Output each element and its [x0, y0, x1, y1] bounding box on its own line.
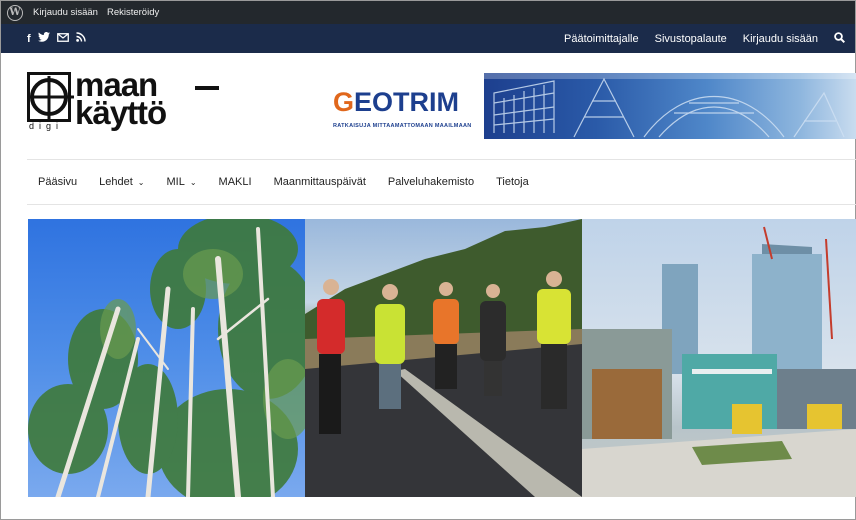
wordpress-icon[interactable]: W	[7, 4, 23, 21]
nav-item-tietoja[interactable]: Tietoja	[496, 176, 529, 188]
top-link-editor[interactable]: Päätoimittajalle	[564, 33, 639, 45]
geotrim-banner[interactable]: GEOTRIM RATKAISUJA MITTAAMATTOMAAN MAAIL…	[329, 73, 856, 139]
nav-item-home[interactable]: Pääsivu	[38, 176, 77, 188]
nav-item-maanmittauspaivat[interactable]: Maanmittauspäivät	[274, 176, 366, 188]
top-links: Päätoimittajalle Sivustopalaute Kirjaudu…	[548, 31, 855, 46]
search-icon[interactable]	[834, 31, 846, 46]
top-link-login[interactable]: Kirjaudu sisään	[743, 33, 818, 45]
site-logo[interactable]: maan käyttö digi	[27, 66, 227, 134]
twitter-icon[interactable]	[37, 32, 50, 45]
nav-item-lehdet[interactable]: Lehdet ⌄	[99, 176, 144, 188]
mail-icon[interactable]	[56, 32, 69, 45]
nav-item-mil[interactable]: MIL ⌄	[167, 176, 197, 188]
banner-tagline: RATKAISUJA MITTAAMATTOMAAN MAAILMAAN	[333, 123, 472, 129]
logo-word-2: käyttö	[75, 94, 167, 131]
banner-brand: GEOTRIM	[333, 87, 460, 117]
admin-login-link[interactable]: Kirjaudu sisään	[33, 7, 98, 18]
hero-image-surveyors[interactable]	[305, 219, 582, 497]
banner-image	[484, 73, 856, 139]
top-bar: f Päätoimittajalle Sivustopalaute Kirjau…	[1, 24, 855, 53]
admin-bar: W Kirjaudu sisään Rekisteröidy	[1, 1, 855, 24]
top-link-feedback[interactable]: Sivustopalaute	[655, 33, 727, 45]
logo-sub: digi	[29, 121, 64, 131]
nav-item-palveluhakemisto[interactable]: Palveluhakemisto	[388, 176, 474, 188]
facebook-icon[interactable]: f	[27, 33, 31, 45]
chevron-down-icon: ⌄	[189, 177, 197, 187]
hero-image-city[interactable]	[582, 219, 856, 497]
nav-item-makli[interactable]: MAKLI	[219, 176, 252, 188]
admin-register-link[interactable]: Rekisteröidy	[107, 7, 159, 18]
main-nav-wrapper: Pääsivu Lehdet ⌄ MIL ⌄ MAKLI Maanmittauspä…	[27, 159, 856, 205]
crosshair-icon	[30, 78, 68, 116]
banner-brand-area: GEOTRIM RATKAISUJA MITTAAMATTOMAAN MAAIL…	[329, 73, 483, 139]
chevron-down-icon: ⌄	[137, 177, 145, 187]
social-links: f	[27, 32, 86, 45]
logo-dash	[195, 86, 219, 90]
hero-image-trees[interactable]	[28, 219, 305, 497]
rss-icon[interactable]	[75, 32, 86, 45]
main-nav: Pääsivu Lehdet ⌄ MIL ⌄ MAKLI Maanmittauspä…	[27, 160, 856, 204]
